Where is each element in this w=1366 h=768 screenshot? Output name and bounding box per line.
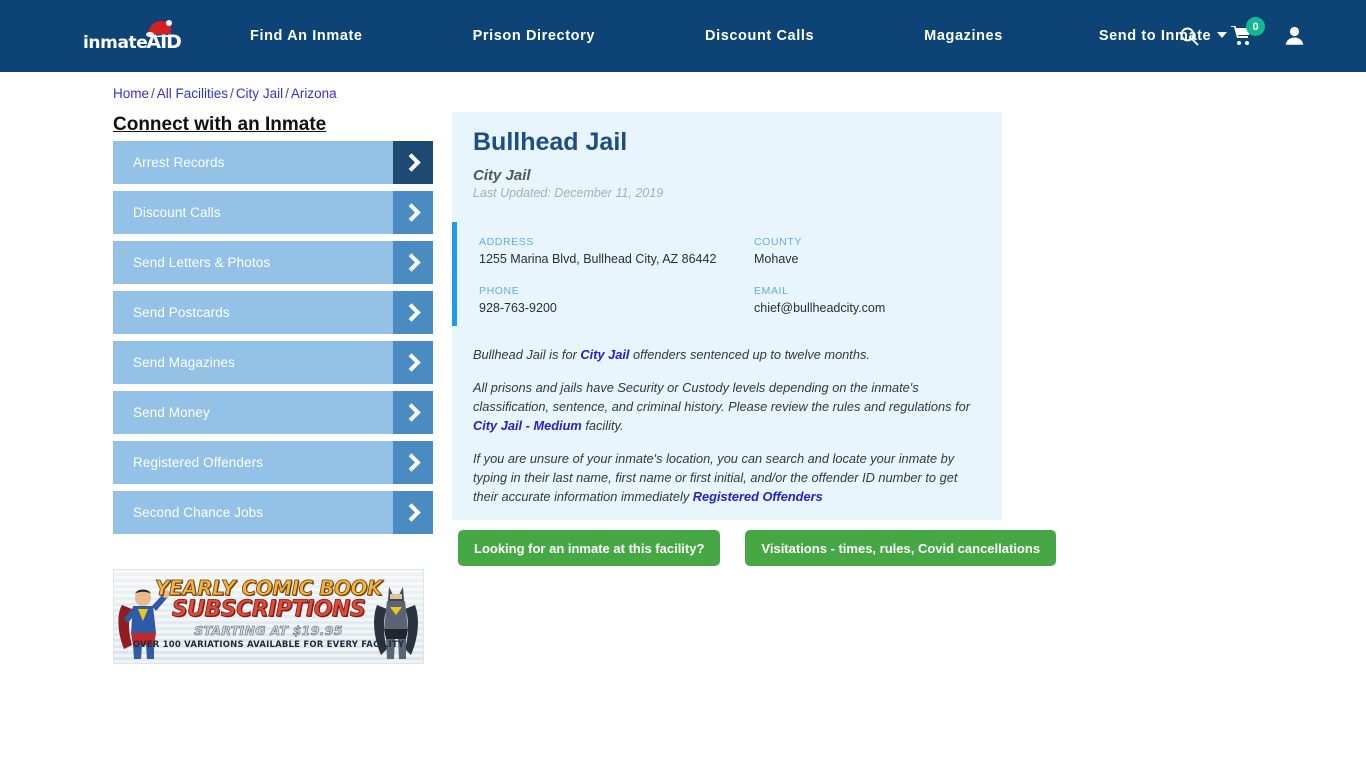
chevron-right-icon bbox=[393, 291, 433, 334]
info-label: PHONE bbox=[479, 285, 520, 297]
breadcrumb: Home / All Facilities / City Jail / Arizona bbox=[113, 86, 337, 101]
facility-title: Bullhead Jail bbox=[473, 128, 628, 156]
info-field-address: ADDRESS 1255 Marina Blvd, Bullhead City,… bbox=[479, 236, 754, 266]
sidebar-item-discount-calls[interactable]: Discount Calls bbox=[113, 191, 433, 234]
nav-prison-directory[interactable]: Prison Directory bbox=[473, 28, 595, 44]
paragraph-2-text-b: facility. bbox=[581, 418, 624, 433]
sidebar-heading: Connect with an Inmate bbox=[113, 114, 327, 135]
banner-headline-2: SUBSCRIPTIONS bbox=[171, 597, 366, 623]
facility-description: Bullhead Jail is for City Jail offenders… bbox=[473, 345, 983, 520]
breadcrumb-separator: / bbox=[151, 86, 155, 101]
info-value: chief@bullheadcity.com bbox=[754, 301, 886, 315]
sidebar-item-send-letters-photos[interactable]: Send Letters & Photos bbox=[113, 241, 433, 284]
site-logo[interactable]: inmate AID bbox=[83, 20, 182, 53]
cart-count-badge: 0 bbox=[1246, 17, 1265, 36]
sidebar-item-send-postcards[interactable]: Send Postcards bbox=[113, 291, 433, 334]
link-city-jail-medium[interactable]: City Jail - Medium bbox=[473, 418, 582, 433]
nav-find-an-inmate[interactable]: Find An Inmate bbox=[250, 28, 363, 44]
sidebar-item-send-money[interactable]: Send Money bbox=[113, 391, 433, 434]
top-navigation-bar: inmate AID Find An Inmate Prison Directo… bbox=[0, 0, 1366, 72]
sidebar-item-label: Second Chance Jobs bbox=[133, 505, 264, 520]
sidebar-item-send-magazines[interactable]: Send Magazines bbox=[113, 341, 433, 384]
paragraph-1-text-b: offenders sentenced up to twelve months. bbox=[629, 347, 870, 362]
sidebar-item-registered-offenders[interactable]: Registered Offenders bbox=[113, 441, 433, 484]
info-field-email: EMAIL chief@bullheadcity.com bbox=[754, 285, 979, 315]
sidebar-item-label: Discount Calls bbox=[133, 205, 221, 220]
facility-action-buttons: Looking for an inmate at this facility? … bbox=[458, 530, 1057, 566]
chevron-right-icon bbox=[393, 241, 433, 284]
chevron-right-icon bbox=[393, 141, 433, 184]
sidebar-item-label: Send Magazines bbox=[133, 355, 235, 370]
breadcrumb-item-home[interactable]: Home bbox=[113, 86, 149, 101]
info-field-county: COUNTY Mohave bbox=[754, 236, 979, 266]
facility-contact-block: ADDRESS 1255 Marina Blvd, Bullhead City,… bbox=[452, 222, 1002, 328]
primary-nav-menu: Find An Inmate Prison Directory Discount… bbox=[250, 0, 1228, 72]
nav-icon-group: 0 bbox=[1179, 0, 1304, 72]
chevron-right-icon bbox=[393, 341, 433, 384]
info-value: 1255 Marina Blvd, Bullhead City, AZ 8644… bbox=[479, 252, 717, 266]
sidebar-item-label: Send Letters & Photos bbox=[133, 255, 271, 270]
user-account-icon[interactable] bbox=[1285, 26, 1304, 46]
description-paragraph-3: If you are unsure of your inmate's locat… bbox=[473, 449, 983, 506]
breadcrumb-separator: / bbox=[285, 86, 289, 101]
info-value: 928-763-9200 bbox=[479, 301, 557, 315]
sidebar-item-label: Registered Offenders bbox=[133, 455, 264, 470]
link-city-jail[interactable]: City Jail bbox=[580, 347, 629, 362]
accent-bar bbox=[452, 222, 457, 326]
paragraph-1-text-a: Bullhead Jail is for bbox=[473, 347, 581, 362]
sidebar-item-label: Send Postcards bbox=[133, 305, 230, 320]
sidebar-item-label: Arrest Records bbox=[133, 155, 225, 170]
facility-contact-grid: ADDRESS 1255 Marina Blvd, Bullhead City,… bbox=[479, 236, 979, 315]
santa-hat-icon bbox=[146, 20, 173, 37]
info-label: EMAIL bbox=[754, 285, 789, 297]
visitation-info-button[interactable]: Visitations - times, rules, Covid cancel… bbox=[745, 530, 1057, 566]
logo-text-inmate: inmate bbox=[83, 33, 148, 53]
comic-book-banner-ad[interactable]: YEARLY COMIC BOOK SUBSCRIPTIONS STARTING… bbox=[113, 569, 424, 664]
description-paragraph-1: Bullhead Jail is for City Jail offenders… bbox=[473, 345, 983, 364]
inmate-search-button[interactable]: Looking for an inmate at this facility? bbox=[458, 530, 721, 566]
facility-last-updated: Last Updated: December 11, 2019 bbox=[473, 186, 664, 200]
facility-type: City Jail bbox=[473, 167, 531, 184]
facility-info-card: Bullhead Jail City Jail Last Updated: De… bbox=[452, 112, 1002, 520]
connect-menu-list: Arrest Records Discount Calls Send Lette… bbox=[113, 141, 433, 541]
chevron-right-icon bbox=[393, 441, 433, 484]
chevron-right-icon bbox=[393, 391, 433, 434]
info-field-phone: PHONE 928-763-9200 bbox=[479, 285, 754, 315]
info-value: Mohave bbox=[754, 252, 799, 266]
cart-icon[interactable]: 0 bbox=[1231, 17, 1265, 46]
nav-magazines[interactable]: Magazines bbox=[924, 28, 1003, 44]
sidebar-item-second-chance-jobs[interactable]: Second Chance Jobs bbox=[113, 491, 433, 534]
paragraph-2-text-a: All prisons and jails have Security or C… bbox=[473, 380, 970, 414]
logo-text-aid: AID bbox=[146, 20, 182, 52]
chevron-right-icon bbox=[393, 191, 433, 234]
nav-discount-calls[interactable]: Discount Calls bbox=[705, 28, 814, 44]
banner-subtext: OVER 100 VARIATIONS AVAILABLE FOR EVERY … bbox=[132, 640, 405, 650]
sidebar-item-arrest-records[interactable]: Arrest Records bbox=[113, 141, 433, 184]
banner-price-text: STARTING AT $19.95 bbox=[194, 623, 343, 639]
link-registered-offenders[interactable]: Registered Offenders bbox=[693, 489, 823, 504]
breadcrumb-separator: / bbox=[230, 86, 234, 101]
breadcrumb-item-all-facilities[interactable]: All Facilities bbox=[157, 86, 228, 101]
breadcrumb-item-arizona[interactable]: Arizona bbox=[291, 86, 337, 101]
info-label: COUNTY bbox=[754, 236, 802, 248]
search-icon[interactable] bbox=[1179, 26, 1199, 46]
info-label: ADDRESS bbox=[479, 236, 534, 248]
breadcrumb-item-city-jail[interactable]: City Jail bbox=[236, 86, 283, 101]
description-paragraph-2: All prisons and jails have Security or C… bbox=[473, 378, 983, 435]
sidebar-item-label: Send Money bbox=[133, 405, 210, 420]
chevron-right-icon bbox=[393, 491, 433, 534]
